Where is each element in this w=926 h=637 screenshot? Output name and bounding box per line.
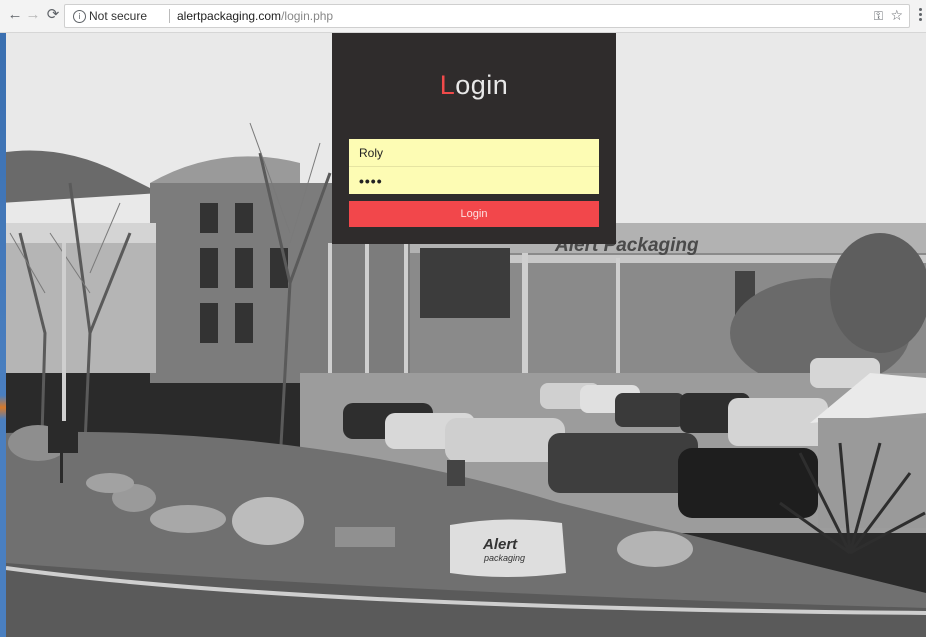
key-icon[interactable]: ⚿ xyxy=(874,9,883,24)
forward-icon[interactable]: → xyxy=(24,6,42,24)
browser-toolbar: ← → ⟳ i Not secure alertpackaging.com/lo… xyxy=(0,0,926,33)
login-title-first-letter: L xyxy=(439,70,456,100)
menu-icon[interactable] xyxy=(919,8,922,22)
username-input[interactable] xyxy=(349,139,599,166)
back-icon[interactable]: ← xyxy=(6,6,24,24)
address-separator xyxy=(169,9,170,23)
login-button[interactable]: Login xyxy=(349,201,599,227)
url-path: /login.php xyxy=(281,9,334,23)
left-edge-stripe xyxy=(0,33,6,637)
rock-sign-line2: packaging xyxy=(483,553,525,563)
info-icon[interactable]: i xyxy=(73,10,86,23)
login-panel: Login Login xyxy=(332,33,616,244)
address-bar[interactable]: i Not secure alertpackaging.com/login.ph… xyxy=(64,4,910,28)
login-title-rest: ogin xyxy=(455,70,509,100)
security-label[interactable]: Not secure xyxy=(89,9,147,23)
rock-sign-line1: Alert xyxy=(482,536,518,553)
star-icon[interactable]: ☆ xyxy=(890,8,903,24)
login-title: Login xyxy=(332,70,616,101)
password-input[interactable] xyxy=(349,167,599,194)
url-text[interactable]: alertpackaging.com/login.php xyxy=(177,9,333,23)
reload-icon[interactable]: ⟳ xyxy=(44,6,62,24)
url-host: alertpackaging.com xyxy=(177,9,282,23)
